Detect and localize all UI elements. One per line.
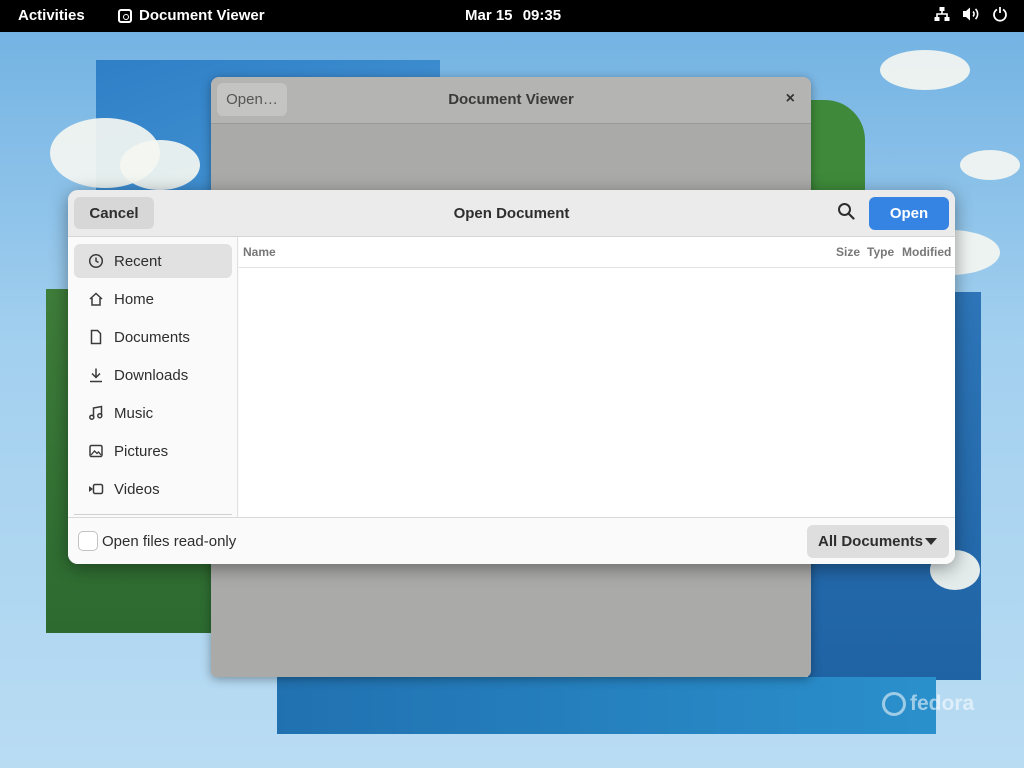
search-icon	[837, 202, 855, 225]
cancel-button[interactable]: Cancel	[74, 197, 154, 229]
column-header-size[interactable]: Size	[836, 245, 860, 259]
filter-selected-value: All Documents	[818, 533, 924, 550]
clock-icon	[88, 253, 104, 269]
window-title: Document Viewer	[448, 91, 574, 108]
file-list-header: Name Size Type Modified	[239, 237, 955, 268]
download-icon	[88, 367, 104, 383]
sidebar-item-downloads[interactable]: Downloads	[74, 358, 232, 392]
power-icon[interactable]	[992, 6, 1008, 22]
file-type-filter-dropdown[interactable]: All Documents	[807, 525, 949, 558]
readonly-checkbox[interactable]	[78, 531, 98, 551]
open-document-dialog: Cancel Open Document Open Recent Home Do…	[68, 190, 955, 564]
wallpaper-panel-bottom	[277, 677, 936, 734]
dialog-title: Open Document	[453, 205, 570, 222]
sidebar-item-label: Pictures	[114, 442, 169, 460]
chevron-down-icon	[925, 538, 937, 545]
sidebar-item-home[interactable]: Home	[74, 282, 232, 316]
file-list[interactable]: Name Size Type Modified	[239, 237, 955, 517]
app-menu[interactable]: Document Viewer	[118, 7, 265, 24]
open-button[interactable]: Open	[869, 197, 949, 230]
cloud	[960, 150, 1020, 180]
sidebar-divider	[74, 514, 232, 515]
music-icon	[88, 405, 104, 421]
dialog-headerbar: Cancel Open Document Open	[68, 190, 955, 237]
network-icon[interactable]	[934, 6, 950, 22]
clock-date: Mar 15	[465, 7, 513, 24]
sidebar-item-label: Downloads	[114, 366, 189, 384]
sidebar-item-label: Documents	[114, 328, 190, 346]
search-button[interactable]	[830, 197, 862, 229]
sidebar-item-label: Videos	[114, 480, 160, 498]
sidebar-item-documents[interactable]: Documents	[74, 320, 232, 354]
sidebar-item-label: Home	[114, 290, 155, 308]
column-header-name[interactable]: Name	[243, 245, 276, 259]
dialog-footer: Open files read-only All Documents	[68, 517, 955, 564]
document-viewer-icon	[118, 8, 132, 23]
sidebar-item-videos[interactable]: Videos	[74, 472, 232, 506]
sidebar-item-recent[interactable]: Recent	[74, 244, 232, 278]
places-sidebar: Recent Home Documents Downloads Music Pi…	[68, 237, 238, 517]
fedora-watermark: fedora	[882, 692, 974, 716]
activities-button[interactable]: Activities	[18, 7, 85, 24]
document-viewer-headerbar: Open… Document Viewer ×	[211, 77, 811, 124]
column-header-modified[interactable]: Modified	[902, 245, 951, 259]
app-menu-label: Document Viewer	[139, 7, 265, 24]
video-icon	[88, 481, 104, 497]
clock[interactable]: Mar 15 09:35	[465, 7, 561, 24]
clock-time: 09:35	[522, 7, 562, 24]
picture-icon	[88, 443, 104, 459]
document-icon	[88, 329, 104, 345]
top-bar: Activities Document Viewer Mar 15 09:35	[0, 0, 1024, 32]
sidebar-item-music[interactable]: Music	[74, 396, 232, 430]
system-tray[interactable]	[934, 6, 1008, 22]
cloud	[880, 50, 970, 90]
home-icon	[88, 291, 104, 307]
fedora-logo-icon	[882, 692, 906, 716]
sidebar-item-pictures[interactable]: Pictures	[74, 434, 232, 468]
volume-icon[interactable]	[962, 6, 980, 22]
cloud	[120, 140, 200, 190]
column-header-type[interactable]: Type	[867, 245, 894, 259]
sidebar-item-label: Music	[114, 404, 154, 422]
close-icon[interactable]: ×	[786, 90, 795, 108]
fedora-wordmark: fedora	[910, 692, 975, 715]
sidebar-item-label: Recent	[114, 252, 162, 270]
readonly-checkbox-label[interactable]: Open files read-only	[102, 533, 236, 550]
